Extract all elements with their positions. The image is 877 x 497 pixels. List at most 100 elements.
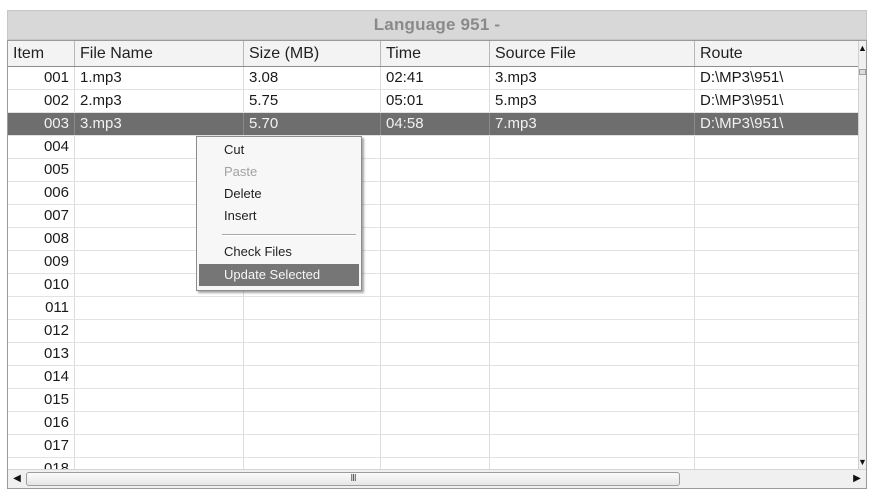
- cell-route: [695, 205, 860, 227]
- table-row[interactable]: 016: [8, 412, 860, 435]
- cell-item: 001: [8, 67, 75, 89]
- cell-size: 5.75: [244, 90, 381, 112]
- table-row[interactable]: 008: [8, 228, 860, 251]
- cell-size: 3.08: [244, 67, 381, 89]
- menu-item-paste[interactable]: Paste: [199, 161, 359, 183]
- cell-size: [244, 412, 381, 434]
- table-row[interactable]: 010: [8, 274, 860, 297]
- cell-route: [695, 159, 860, 181]
- cell-file-name: 1.mp3: [75, 67, 244, 89]
- cell-size: [244, 435, 381, 457]
- column-header-row: Item File Name Size (MB) Time Source Fil…: [8, 41, 860, 67]
- cell-source-file: [490, 136, 695, 158]
- cell-time: [381, 412, 490, 434]
- table-row[interactable]: 001 1.mp3 3.08 02:41 3.mp3 D:\MP3\951\: [8, 67, 860, 90]
- table-row[interactable]: 002 2.mp3 5.75 05:01 5.mp3 D:\MP3\951\: [8, 90, 860, 113]
- table-row[interactable]: 018: [8, 458, 860, 469]
- cell-size: [244, 366, 381, 388]
- table-row[interactable]: 009: [8, 251, 860, 274]
- down-arrow-icon[interactable]: ▼: [858, 457, 866, 467]
- cell-route: [695, 366, 860, 388]
- cell-item: 005: [8, 159, 75, 181]
- cell-file-name: [75, 458, 244, 469]
- cell-file-name: [75, 366, 244, 388]
- table-row[interactable]: 004: [8, 136, 860, 159]
- cell-size: [244, 297, 381, 319]
- table-row[interactable]: 017: [8, 435, 860, 458]
- cell-route: [695, 320, 860, 342]
- cell-time: 05:01: [381, 90, 490, 112]
- column-header-file-name[interactable]: File Name: [75, 41, 244, 66]
- column-header-item[interactable]: Item: [8, 41, 75, 66]
- table-row[interactable]: 012: [8, 320, 860, 343]
- cell-file-name: [75, 435, 244, 457]
- cell-file-name: [75, 343, 244, 365]
- vertical-scrollbar[interactable]: ▲ ▼: [858, 41, 866, 469]
- cell-item: 011: [8, 297, 75, 319]
- cell-source-file: [490, 159, 695, 181]
- cell-time: [381, 251, 490, 273]
- cell-size: 5.70: [244, 113, 381, 135]
- cell-route: [695, 343, 860, 365]
- cell-source-file: 7.mp3: [490, 113, 695, 135]
- cell-item: 016: [8, 412, 75, 434]
- menu-item-check-files[interactable]: Check Files: [199, 241, 359, 263]
- cell-source-file: [490, 366, 695, 388]
- cell-file-name: 3.mp3: [75, 113, 244, 135]
- cell-time: [381, 274, 490, 296]
- column-header-time[interactable]: Time: [381, 41, 490, 66]
- cell-source-file: [490, 182, 695, 204]
- cell-item: 009: [8, 251, 75, 273]
- cell-time: [381, 136, 490, 158]
- cell-size: [244, 389, 381, 411]
- up-arrow-icon[interactable]: ▲: [858, 43, 866, 53]
- horizontal-scrollbar[interactable]: ◀ III ▶: [8, 469, 866, 488]
- cell-route: [695, 228, 860, 250]
- table-row[interactable]: 011: [8, 297, 860, 320]
- cell-file-name: [75, 389, 244, 411]
- cell-route: [695, 412, 860, 434]
- table-row[interactable]: 015: [8, 389, 860, 412]
- menu-item-insert[interactable]: Insert: [199, 205, 359, 227]
- table-row[interactable]: 014: [8, 366, 860, 389]
- menu-item-update-selected[interactable]: Update Selected: [199, 264, 359, 286]
- menu-item-cut[interactable]: Cut: [199, 139, 359, 161]
- cell-time: [381, 159, 490, 181]
- cell-route: [695, 435, 860, 457]
- cell-time: [381, 205, 490, 227]
- cell-item: 018: [8, 458, 75, 469]
- column-header-route[interactable]: Route: [695, 41, 860, 66]
- window-title: Language 951 -: [7, 10, 867, 40]
- table-row[interactable]: 005: [8, 159, 860, 182]
- cell-time: [381, 343, 490, 365]
- cell-item: 006: [8, 182, 75, 204]
- cell-time: [381, 320, 490, 342]
- table-row[interactable]: 007: [8, 205, 860, 228]
- app-window: Language 951 - Item File Name Size (MB) …: [0, 0, 877, 497]
- cell-route: [695, 458, 860, 469]
- cell-time: [381, 297, 490, 319]
- cell-source-file: [490, 205, 695, 227]
- horizontal-scroll-thumb[interactable]: III: [26, 472, 680, 486]
- column-header-size[interactable]: Size (MB): [244, 41, 381, 66]
- cell-source-file: [490, 458, 695, 469]
- table-row[interactable]: 006: [8, 182, 860, 205]
- column-header-source-file[interactable]: Source File: [490, 41, 695, 66]
- menu-item-delete[interactable]: Delete: [199, 183, 359, 205]
- vertical-scroll-thumb[interactable]: [859, 69, 866, 75]
- cell-source-file: [490, 320, 695, 342]
- table-row[interactable]: 013: [8, 343, 860, 366]
- table-row[interactable]: 003 3.mp3 5.70 04:58 7.mp3 D:\MP3\951\: [8, 113, 860, 136]
- cell-time: [381, 182, 490, 204]
- cell-time: 04:58: [381, 113, 490, 135]
- cell-route: D:\MP3\951\: [700, 69, 784, 86]
- menu-item-label: Delete: [224, 186, 262, 201]
- right-arrow-icon[interactable]: ▶: [849, 470, 865, 488]
- left-arrow-icon[interactable]: ◀: [9, 470, 25, 488]
- cell-route: [695, 182, 860, 204]
- cell-size: [244, 320, 381, 342]
- cell-source-file: [490, 251, 695, 273]
- cell-source-file: 5.mp3: [490, 90, 695, 112]
- cell-item: 015: [8, 389, 75, 411]
- cell-item: 002: [8, 90, 75, 112]
